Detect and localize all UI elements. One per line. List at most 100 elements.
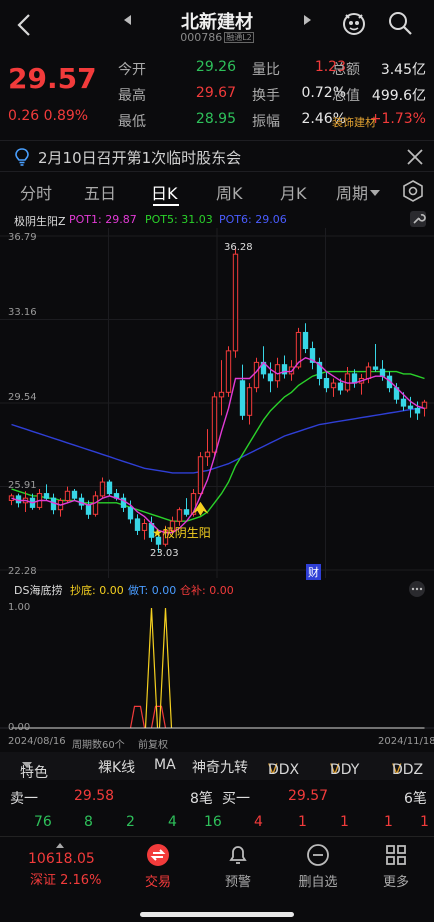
trade-volume: 1 <box>340 814 349 830</box>
indicator-title: DS海底捞 <box>14 584 63 597</box>
candle-body <box>197 456 204 495</box>
search-icon[interactable] <box>386 9 414 37</box>
next-stock-icon[interactable] <box>304 15 311 25</box>
trade-volume: 1 <box>384 814 393 830</box>
caret-down-icon <box>370 190 381 196</box>
sell-one-count: 8笔 <box>190 791 213 807</box>
candle-body <box>85 504 92 515</box>
minus-circle-icon <box>307 844 329 866</box>
nav-more-label: 更多 <box>382 875 409 890</box>
order-book-row[interactable]: 卖一 29.58 8笔 买一 29.57 6笔 <box>0 784 434 810</box>
sell-one-price: 29.58 <box>74 788 115 804</box>
tab-intraday[interactable]: 分时 <box>20 180 52 204</box>
sector-change[interactable]: +1.73% <box>370 111 426 127</box>
home-indicator[interactable] <box>140 912 294 917</box>
tab-ma[interactable]: MA <box>154 757 176 773</box>
tab-magic-nine[interactable]: 神奇九转 <box>192 757 248 777</box>
tab-period-label: 周期 <box>336 184 369 203</box>
y-tick-label: 29.54 <box>8 392 37 403</box>
trade-volume: 4 <box>168 814 177 830</box>
candle-body <box>400 398 407 407</box>
change-abs: 0.26 <box>8 108 40 124</box>
indicator-spike <box>144 607 159 729</box>
indicator-chart[interactable]: 1.00 0.00 <box>0 600 434 736</box>
tab-naked-k[interactable]: 裸K线 <box>98 757 135 777</box>
tab-monthly-k[interactable]: 月K <box>280 180 307 204</box>
adjust-mode[interactable]: 前复权 <box>138 736 168 751</box>
y-tick-label: 22.28 <box>8 566 37 577</box>
indicator-svg[interactable] <box>0 600 434 736</box>
wrench-icon[interactable] <box>410 211 426 227</box>
quote-row: 最低 28.95 振幅 2.46% 装饰建材 +1.73% <box>118 108 434 132</box>
candle-body <box>71 490 78 499</box>
stock-code: 000786 融通L2 <box>0 31 434 44</box>
signal-label: ★极阴生阳 <box>152 526 211 540</box>
index-value[interactable]: 10618.05 <box>28 851 95 867</box>
indicator-header[interactable]: DS海底捞 抄底: 0.00 做T: 0.00 仓补: 0.00 <box>0 580 434 600</box>
candle-body <box>407 405 414 409</box>
sell-one-label: 卖一 <box>10 791 38 807</box>
notice-text[interactable]: 2月10日召开第1次临时股东会 <box>38 147 241 168</box>
indicator-tabs: 特色 裸K线 MA 神奇九转 V DDX V DDY V DDZ <box>0 752 434 781</box>
y-tick-label: 36.79 <box>8 232 37 243</box>
candle-body <box>372 366 379 370</box>
high-label: 最高 <box>118 88 146 104</box>
tab-five-day[interactable]: 五日 <box>84 180 116 204</box>
tab-daily-k[interactable]: 日K <box>151 180 178 204</box>
mascot-icon[interactable] <box>340 9 368 37</box>
trade-volume: 4 <box>254 814 263 830</box>
candle-body <box>141 523 148 531</box>
triangle-up-icon <box>56 843 64 848</box>
nav-trade[interactable]: 交易 <box>128 843 188 890</box>
index-name[interactable]: 深证 2.16% <box>30 869 101 888</box>
pot1-value: POT1: 29.87 <box>69 213 137 226</box>
quote-panel: 29.57 0.26 0.89% 今开 29.26 量比 1.23 总额 3.4… <box>0 52 434 136</box>
candle-body <box>351 373 358 384</box>
tab-period-dropdown[interactable]: 周期 <box>336 180 381 204</box>
candle-body <box>176 509 183 522</box>
candle-body <box>92 495 99 515</box>
candle-body <box>414 407 421 414</box>
tab-ddx-label: DDX <box>268 762 300 778</box>
trade-volume: 1 <box>298 814 307 830</box>
trade-detail-row: 76 8 2 4 16 4 1 1 1 1 <box>0 810 434 834</box>
buy-one-count: 6笔 <box>404 791 427 807</box>
kline-chart[interactable]: 36.79 33.16 29.54 25.91 22.28 36.28 23.0… <box>0 228 434 580</box>
market-cap-label: 总值 <box>332 88 360 104</box>
tab-ddy-label: DDY <box>330 762 360 778</box>
nav-alert-label: 预警 <box>224 875 251 890</box>
start-date: 2024/08/16 <box>8 736 66 747</box>
nav-trade-label: 交易 <box>144 875 171 890</box>
notice-bar[interactable]: 2月10日召开第1次临时股东会 <box>0 140 434 172</box>
trade-volume: 8 <box>84 814 93 830</box>
stock-header: 北新建材 000786 融通L2 <box>0 0 434 50</box>
code-tag: 融通L2 <box>224 32 254 43</box>
current-price: 29.57 <box>8 62 97 95</box>
candle-body <box>253 361 260 389</box>
finance-event-marker[interactable]: 财 <box>306 564 321 580</box>
candle-body <box>302 331 309 350</box>
more-icon[interactable] <box>408 580 426 598</box>
amplitude-label: 振幅 <box>252 114 280 130</box>
low-label: 最低 <box>118 114 146 130</box>
indicator-bump <box>129 705 146 729</box>
trade-volume: 16 <box>204 814 222 830</box>
volume-ratio-label: 量比 <box>252 62 280 78</box>
gear-icon[interactable] <box>402 180 424 202</box>
candle-body <box>134 518 141 531</box>
kline-svg[interactable] <box>0 228 434 578</box>
open-label: 今开 <box>118 62 146 78</box>
lightbulb-icon <box>15 148 29 166</box>
tab-weekly-k[interactable]: 周K <box>216 180 243 204</box>
nav-more[interactable]: 更多 <box>366 843 426 890</box>
nav-alert[interactable]: 预警 <box>208 843 268 890</box>
ma-legend[interactable]: 极阴生阳Z POT1: 29.87 POT5: 31.03 POT6: 29.0… <box>0 210 434 230</box>
pot5-value: POT5: 31.03 <box>145 213 213 226</box>
nav-remove-watchlist[interactable]: 删自选 <box>288 843 348 890</box>
tab-ddz-label: DDZ <box>392 762 424 778</box>
close-icon[interactable] <box>406 148 424 166</box>
market-cap-value: 499.6亿 <box>371 88 426 104</box>
candle-body <box>232 253 239 352</box>
tab-active-indicator <box>153 204 179 206</box>
candle-body <box>337 382 344 391</box>
